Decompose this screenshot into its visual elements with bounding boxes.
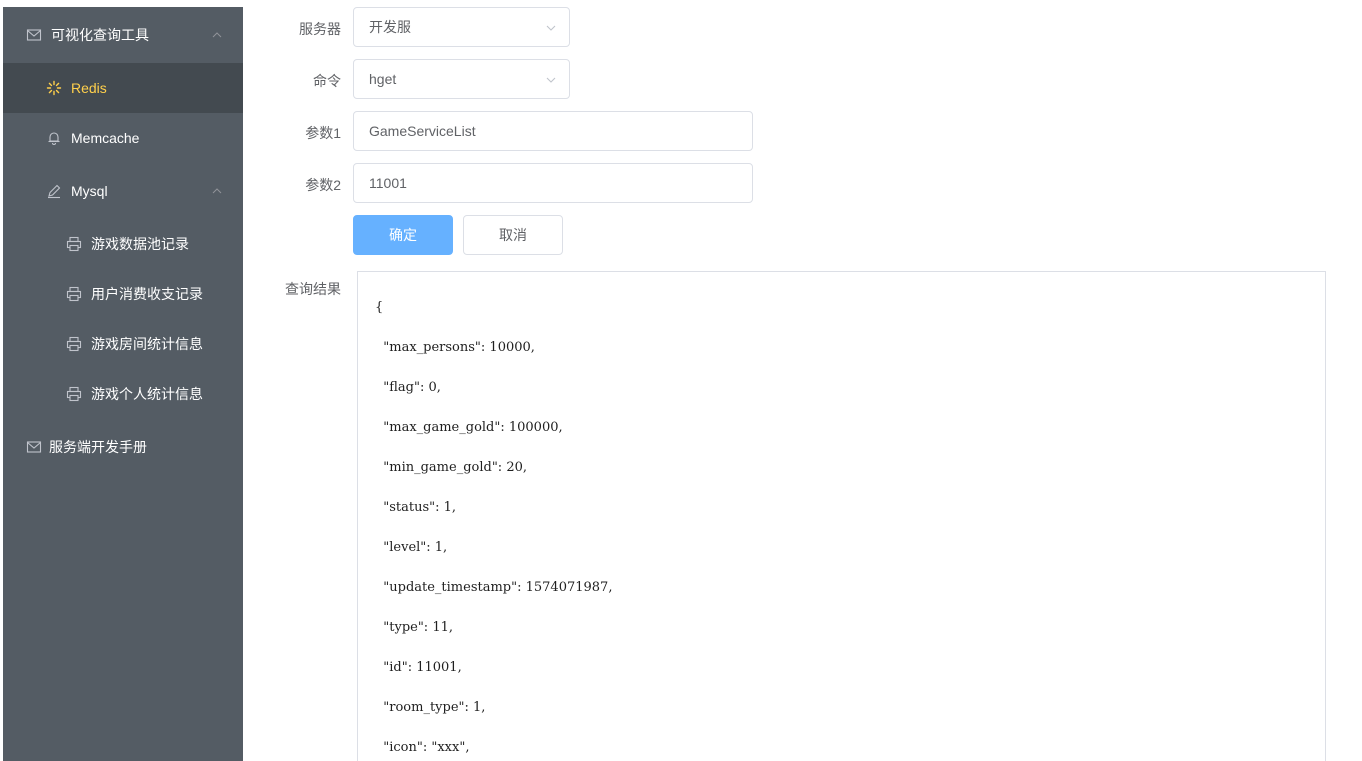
json-line: "type": 11, [375,620,453,635]
param1-value: GameServiceList [369,123,476,139]
menu-group-server-manual[interactable]: 服务端开发手册 [3,419,243,475]
param1-input[interactable]: GameServiceList [353,111,753,151]
cancel-button[interactable]: 取消 [463,215,563,255]
param2-label: 参数2 [305,177,341,193]
menu-group-visual-query[interactable]: 可视化查询工具 [3,7,243,63]
server-select[interactable]: 开发服 [353,7,570,47]
menu-item-game-personal-stats[interactable]: 游戏个人统计信息 [3,369,243,419]
server-select-value: 开发服 [369,19,411,35]
loading-icon [45,79,63,97]
menu-item-label: 游戏房间统计信息 [91,336,203,352]
json-line: "room_type": 1, [375,700,486,715]
chevron-up-icon [212,188,222,194]
chevron-down-icon [546,25,556,31]
chevron-down-icon [546,77,556,83]
printer-icon [65,285,83,303]
result-textarea[interactable]: { "max_persons": 10000, "flag": 0, "max_… [357,271,1326,761]
command-select[interactable]: hget [353,59,570,99]
server-label: 服务器 [299,21,341,37]
json-line: "flag": 0, [375,380,441,395]
param2-value: 11001 [369,175,407,191]
printer-icon [65,385,83,403]
json-line: "icon": "xxx", [375,740,470,755]
menu-item-label: 游戏个人统计信息 [91,386,203,402]
json-line: { [375,300,384,315]
menu-item-label: Memcache [71,130,140,146]
menu-item-game-data-pool[interactable]: 游戏数据池记录 [3,219,243,269]
edit-icon [45,182,63,200]
menu-item-label: 用户消费收支记录 [91,286,203,302]
menu-item-user-consumption[interactable]: 用户消费收支记录 [3,269,243,319]
param2-input[interactable]: 11001 [353,163,753,203]
menu-item-redis[interactable]: Redis [3,63,243,113]
menu-item-mysql[interactable]: Mysql [3,163,243,219]
menu-group-label: 服务端开发手册 [49,439,147,455]
printer-icon [65,235,83,253]
json-line: "max_game_gold": 100000, [375,420,563,435]
json-line: "id": 11001, [375,660,462,675]
mail-icon [25,438,43,456]
bell-icon [45,129,63,147]
param1-label: 参数1 [305,125,341,141]
json-line: "update_timestamp": 1574071987, [375,580,613,595]
menu-group-label: 可视化查询工具 [51,27,149,43]
confirm-button[interactable]: 确定 [353,215,453,255]
menu-item-label: Mysql [71,183,108,199]
mail-icon [25,26,43,44]
result-label: 查询结果 [285,281,341,297]
json-line: "min_game_gold": 20, [375,460,527,475]
json-line: "status": 1, [375,500,457,515]
menu-item-label: Redis [71,80,107,96]
json-line: "level": 1, [375,540,448,555]
printer-icon [65,335,83,353]
command-select-value: hget [369,71,397,87]
chevron-up-icon [212,32,222,38]
menu-item-memcache[interactable]: Memcache [3,113,243,163]
json-line: "max_persons": 10000, [375,340,535,355]
menu-item-game-room-stats[interactable]: 游戏房间统计信息 [3,319,243,369]
menu-item-label: 游戏数据池记录 [91,236,189,252]
sidebar: 可视化查询工具 Redis Memcache Mysql 游戏数据池记录 用户消… [3,7,243,761]
command-label: 命令 [313,73,341,89]
